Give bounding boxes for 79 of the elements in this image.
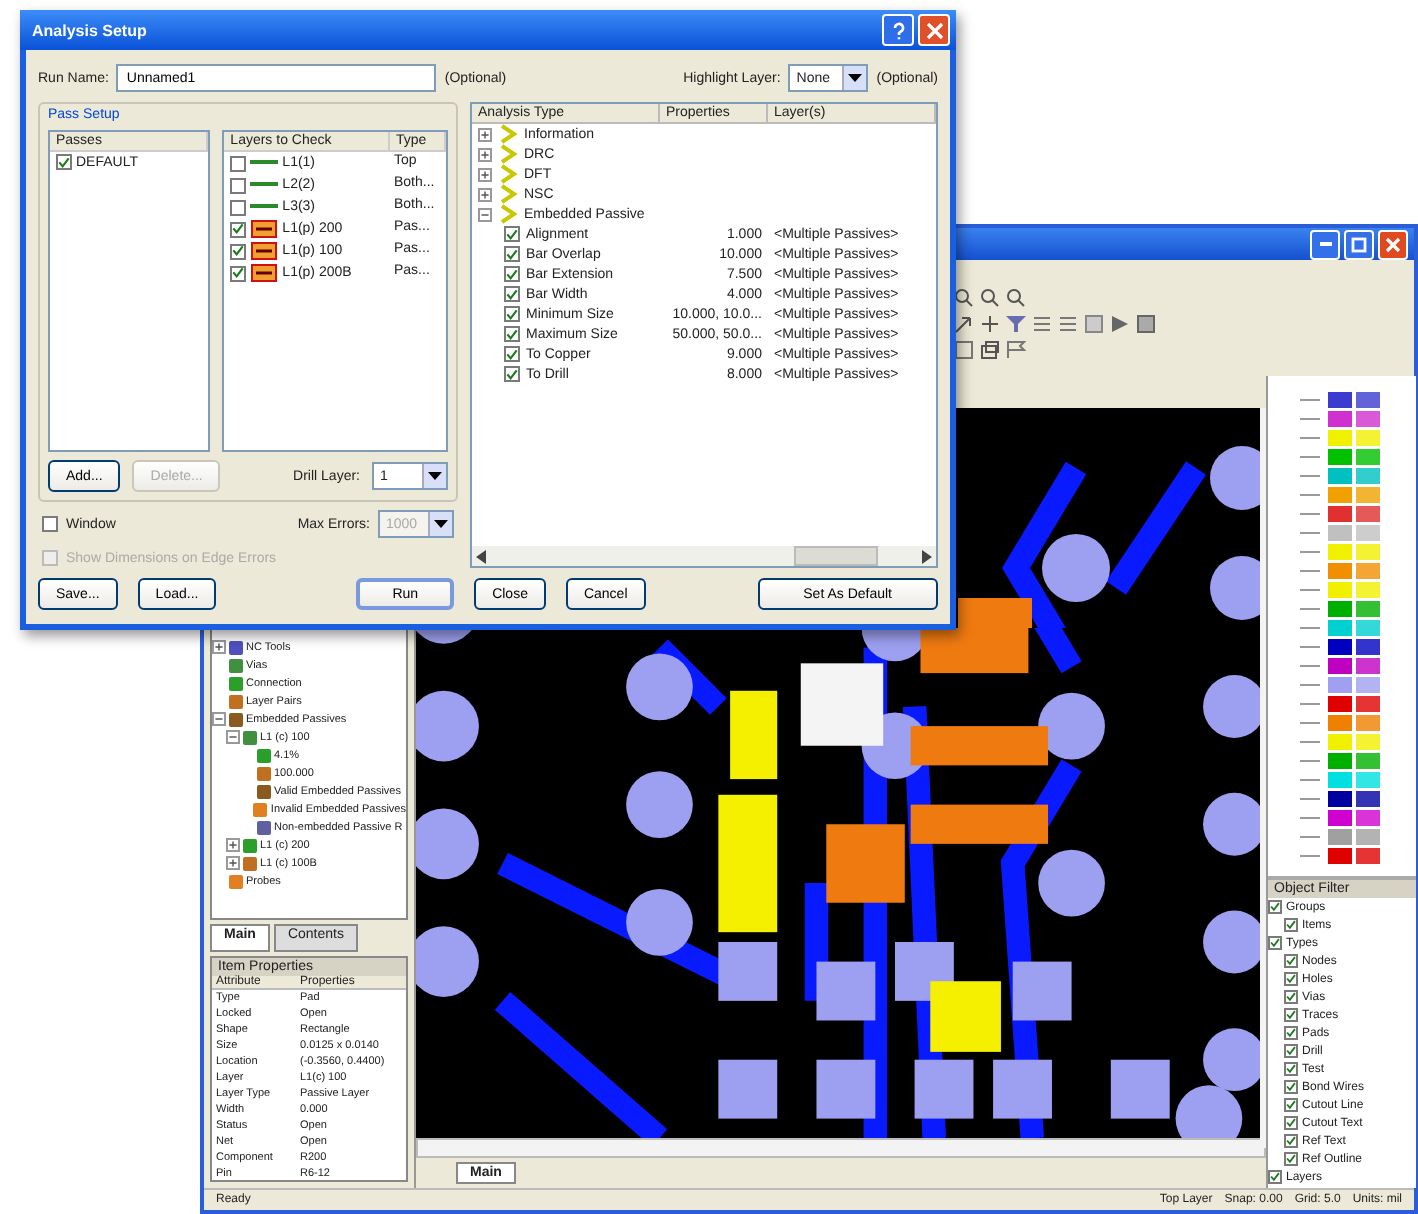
checkbox[interactable] (1284, 918, 1298, 932)
checkbox[interactable] (504, 246, 520, 262)
checkbox[interactable] (230, 221, 247, 237)
help-icon (889, 21, 907, 39)
checkbox[interactable] (1284, 1098, 1298, 1112)
close-icon (925, 21, 943, 39)
checkbox[interactable] (1284, 1008, 1298, 1022)
checkbox[interactable] (1284, 972, 1298, 986)
checkbox[interactable] (504, 346, 520, 362)
scroll-thumb[interactable] (794, 546, 878, 566)
list-icon (1032, 314, 1052, 334)
collapse-icon[interactable] (478, 207, 492, 221)
vertical-scrollbar[interactable] (1260, 408, 1266, 1148)
checkbox[interactable] (42, 516, 58, 532)
passive-layer-icon (250, 242, 279, 260)
checkbox[interactable] (230, 155, 247, 171)
maximize-icon (1350, 235, 1368, 253)
checkbox[interactable] (230, 243, 247, 259)
arrow-icon (954, 314, 974, 334)
expand-icon[interactable] (212, 640, 226, 654)
passive-layer-icon (250, 264, 279, 282)
checkbox[interactable] (1284, 1152, 1298, 1166)
expand-icon[interactable] (478, 127, 492, 141)
checkbox[interactable] (1268, 900, 1282, 914)
layers-icon (980, 340, 1000, 360)
dialog-title: Analysis Setup (32, 21, 147, 39)
close-button[interactable] (918, 14, 950, 46)
scroll-right-icon (922, 549, 932, 563)
checkbox[interactable] (1284, 954, 1298, 968)
checkbox[interactable] (1268, 936, 1282, 950)
expand-icon[interactable] (226, 856, 240, 870)
checkbox[interactable] (504, 326, 520, 342)
close-button[interactable] (1378, 229, 1408, 259)
horizontal-scrollbar[interactable] (416, 1138, 1266, 1158)
checkbox[interactable] (504, 286, 520, 302)
horizontal-scrollbar[interactable] (472, 546, 936, 566)
expand-icon[interactable] (478, 167, 492, 181)
checkbox[interactable] (230, 199, 247, 215)
checkbox[interactable] (230, 177, 247, 193)
checkbox[interactable] (1284, 1044, 1298, 1058)
checkbox[interactable] (504, 266, 520, 282)
checkbox[interactable] (1284, 1116, 1298, 1130)
collapse-icon[interactable] (212, 712, 226, 726)
help-button[interactable] (882, 14, 914, 46)
checkbox[interactable] (504, 226, 520, 242)
flag-icon (1006, 340, 1026, 360)
square-icon (954, 340, 974, 360)
minimize-icon (1319, 242, 1331, 246)
list-icon (1058, 314, 1078, 334)
checkbox[interactable] (56, 154, 72, 170)
checkbox[interactable] (1268, 1170, 1282, 1184)
checkbox[interactable] (1284, 1062, 1298, 1076)
checkbox[interactable] (1284, 990, 1298, 1004)
maximize-button[interactable] (1344, 229, 1374, 259)
expand-icon[interactable] (226, 838, 240, 852)
checkbox[interactable] (1284, 1080, 1298, 1094)
scroll-left-icon (476, 549, 486, 563)
grid-icon (1136, 314, 1156, 334)
checkbox[interactable] (1284, 1134, 1298, 1148)
dropdown-arrow-icon (848, 74, 863, 82)
close-icon (1384, 235, 1402, 253)
play-icon (1110, 314, 1130, 334)
collapse-icon[interactable] (226, 730, 240, 744)
passive-layer-icon (250, 220, 279, 238)
funnel-icon (1006, 314, 1026, 334)
zoom-icon (1006, 288, 1026, 308)
checkbox[interactable] (230, 265, 247, 281)
zoom-icon (980, 288, 1000, 308)
zoom-icon (954, 288, 974, 308)
plus-icon (980, 314, 1000, 334)
minimize-button[interactable] (1310, 229, 1340, 259)
expand-icon[interactable] (478, 147, 492, 161)
checkbox[interactable] (504, 366, 520, 382)
grid-icon (1084, 314, 1104, 334)
checkbox[interactable] (1284, 1026, 1298, 1040)
dropdown-arrow-icon (428, 472, 442, 480)
dropdown-arrow-icon (434, 520, 448, 528)
expand-icon[interactable] (478, 187, 492, 201)
checkbox[interactable] (504, 306, 520, 322)
